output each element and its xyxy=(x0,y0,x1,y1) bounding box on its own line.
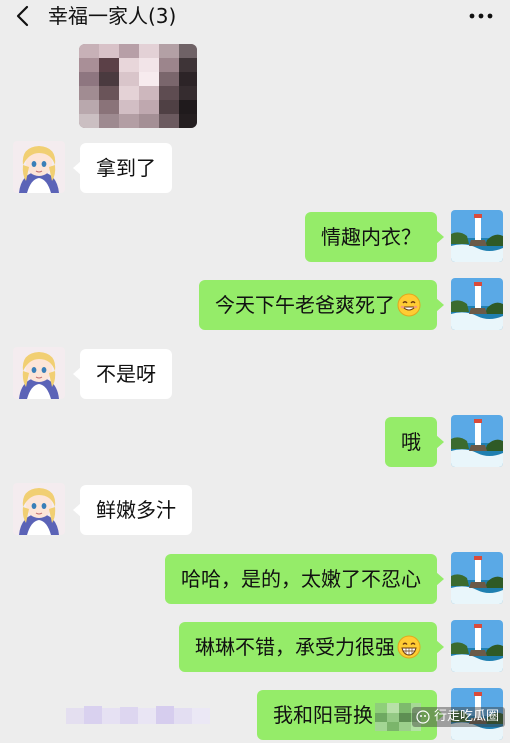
message-text: 不是呀 xyxy=(96,362,156,386)
message-bubble-outgoing[interactable]: 琳琳不错，承受力很强 xyxy=(179,622,444,672)
chat-title: 幸福一家人(3) xyxy=(48,4,177,28)
avatar-incoming[interactable] xyxy=(13,141,65,193)
message-bubble-incoming[interactable]: 鲜嫩多汁 xyxy=(73,485,192,535)
message-bubble-outgoing[interactable]: 哈哈，是的，太嫩了不忍心 xyxy=(165,554,444,604)
message-bubble-incoming[interactable]: 拿到了 xyxy=(73,143,172,193)
image-message[interactable] xyxy=(79,44,197,128)
chevron-left-icon[interactable] xyxy=(12,4,36,28)
anime-girl-avatar-icon xyxy=(13,141,65,193)
lighthouse-avatar-icon xyxy=(451,620,503,672)
message-bubble-incoming[interactable]: 不是呀 xyxy=(73,349,172,399)
message-text: 今天下午老爸爽死了 xyxy=(215,293,395,317)
anime-girl-avatar-icon xyxy=(13,347,65,399)
chat-header: 幸福一家人(3) xyxy=(0,0,510,34)
watermark: 行走吃瓜圈 xyxy=(412,707,506,727)
message-text: 鲜嫩多汁 xyxy=(96,498,176,522)
message-bubble-outgoing[interactable]: 哦 xyxy=(385,417,444,467)
message-bubble-outgoing[interactable]: 情趣内衣？ xyxy=(305,212,444,262)
message-text: 拿到了 xyxy=(96,156,156,180)
lighthouse-avatar-icon xyxy=(451,278,503,330)
censored-name-blur xyxy=(66,704,212,728)
avatar-outgoing[interactable] xyxy=(451,552,503,604)
message-text: 琳琳不错，承受力很强 xyxy=(195,635,395,659)
grinning-emoji-icon xyxy=(397,635,421,658)
lighthouse-avatar-icon xyxy=(451,210,503,262)
more-dots-icon[interactable] xyxy=(468,10,494,22)
avatar-incoming[interactable] xyxy=(13,347,65,399)
lighthouse-avatar-icon xyxy=(451,415,503,467)
avatar-outgoing[interactable] xyxy=(451,210,503,262)
watermark-text: 行走吃瓜圈 xyxy=(434,709,500,724)
avatar-outgoing[interactable] xyxy=(451,620,503,672)
message-text: 哈哈，是的，太嫩了不忍心 xyxy=(181,567,421,591)
message-bubble-outgoing[interactable]: 我和阳哥换 xyxy=(257,690,444,740)
anime-girl-avatar-icon xyxy=(13,483,65,535)
message-text: 哦 xyxy=(401,430,421,454)
lighthouse-avatar-icon xyxy=(451,552,503,604)
message-text: 情趣内衣？ xyxy=(321,225,421,249)
pixelated-image xyxy=(79,44,197,128)
avatar-outgoing[interactable] xyxy=(451,278,503,330)
avatar-incoming[interactable] xyxy=(13,483,65,535)
avatar-outgoing[interactable] xyxy=(451,415,503,467)
smiling-emoji-icon xyxy=(397,293,421,316)
message-bubble-outgoing[interactable]: 今天下午老爸爽死了 xyxy=(199,280,444,330)
wechat-channel-icon xyxy=(416,710,430,724)
message-text: 我和阳哥换 xyxy=(273,703,373,727)
